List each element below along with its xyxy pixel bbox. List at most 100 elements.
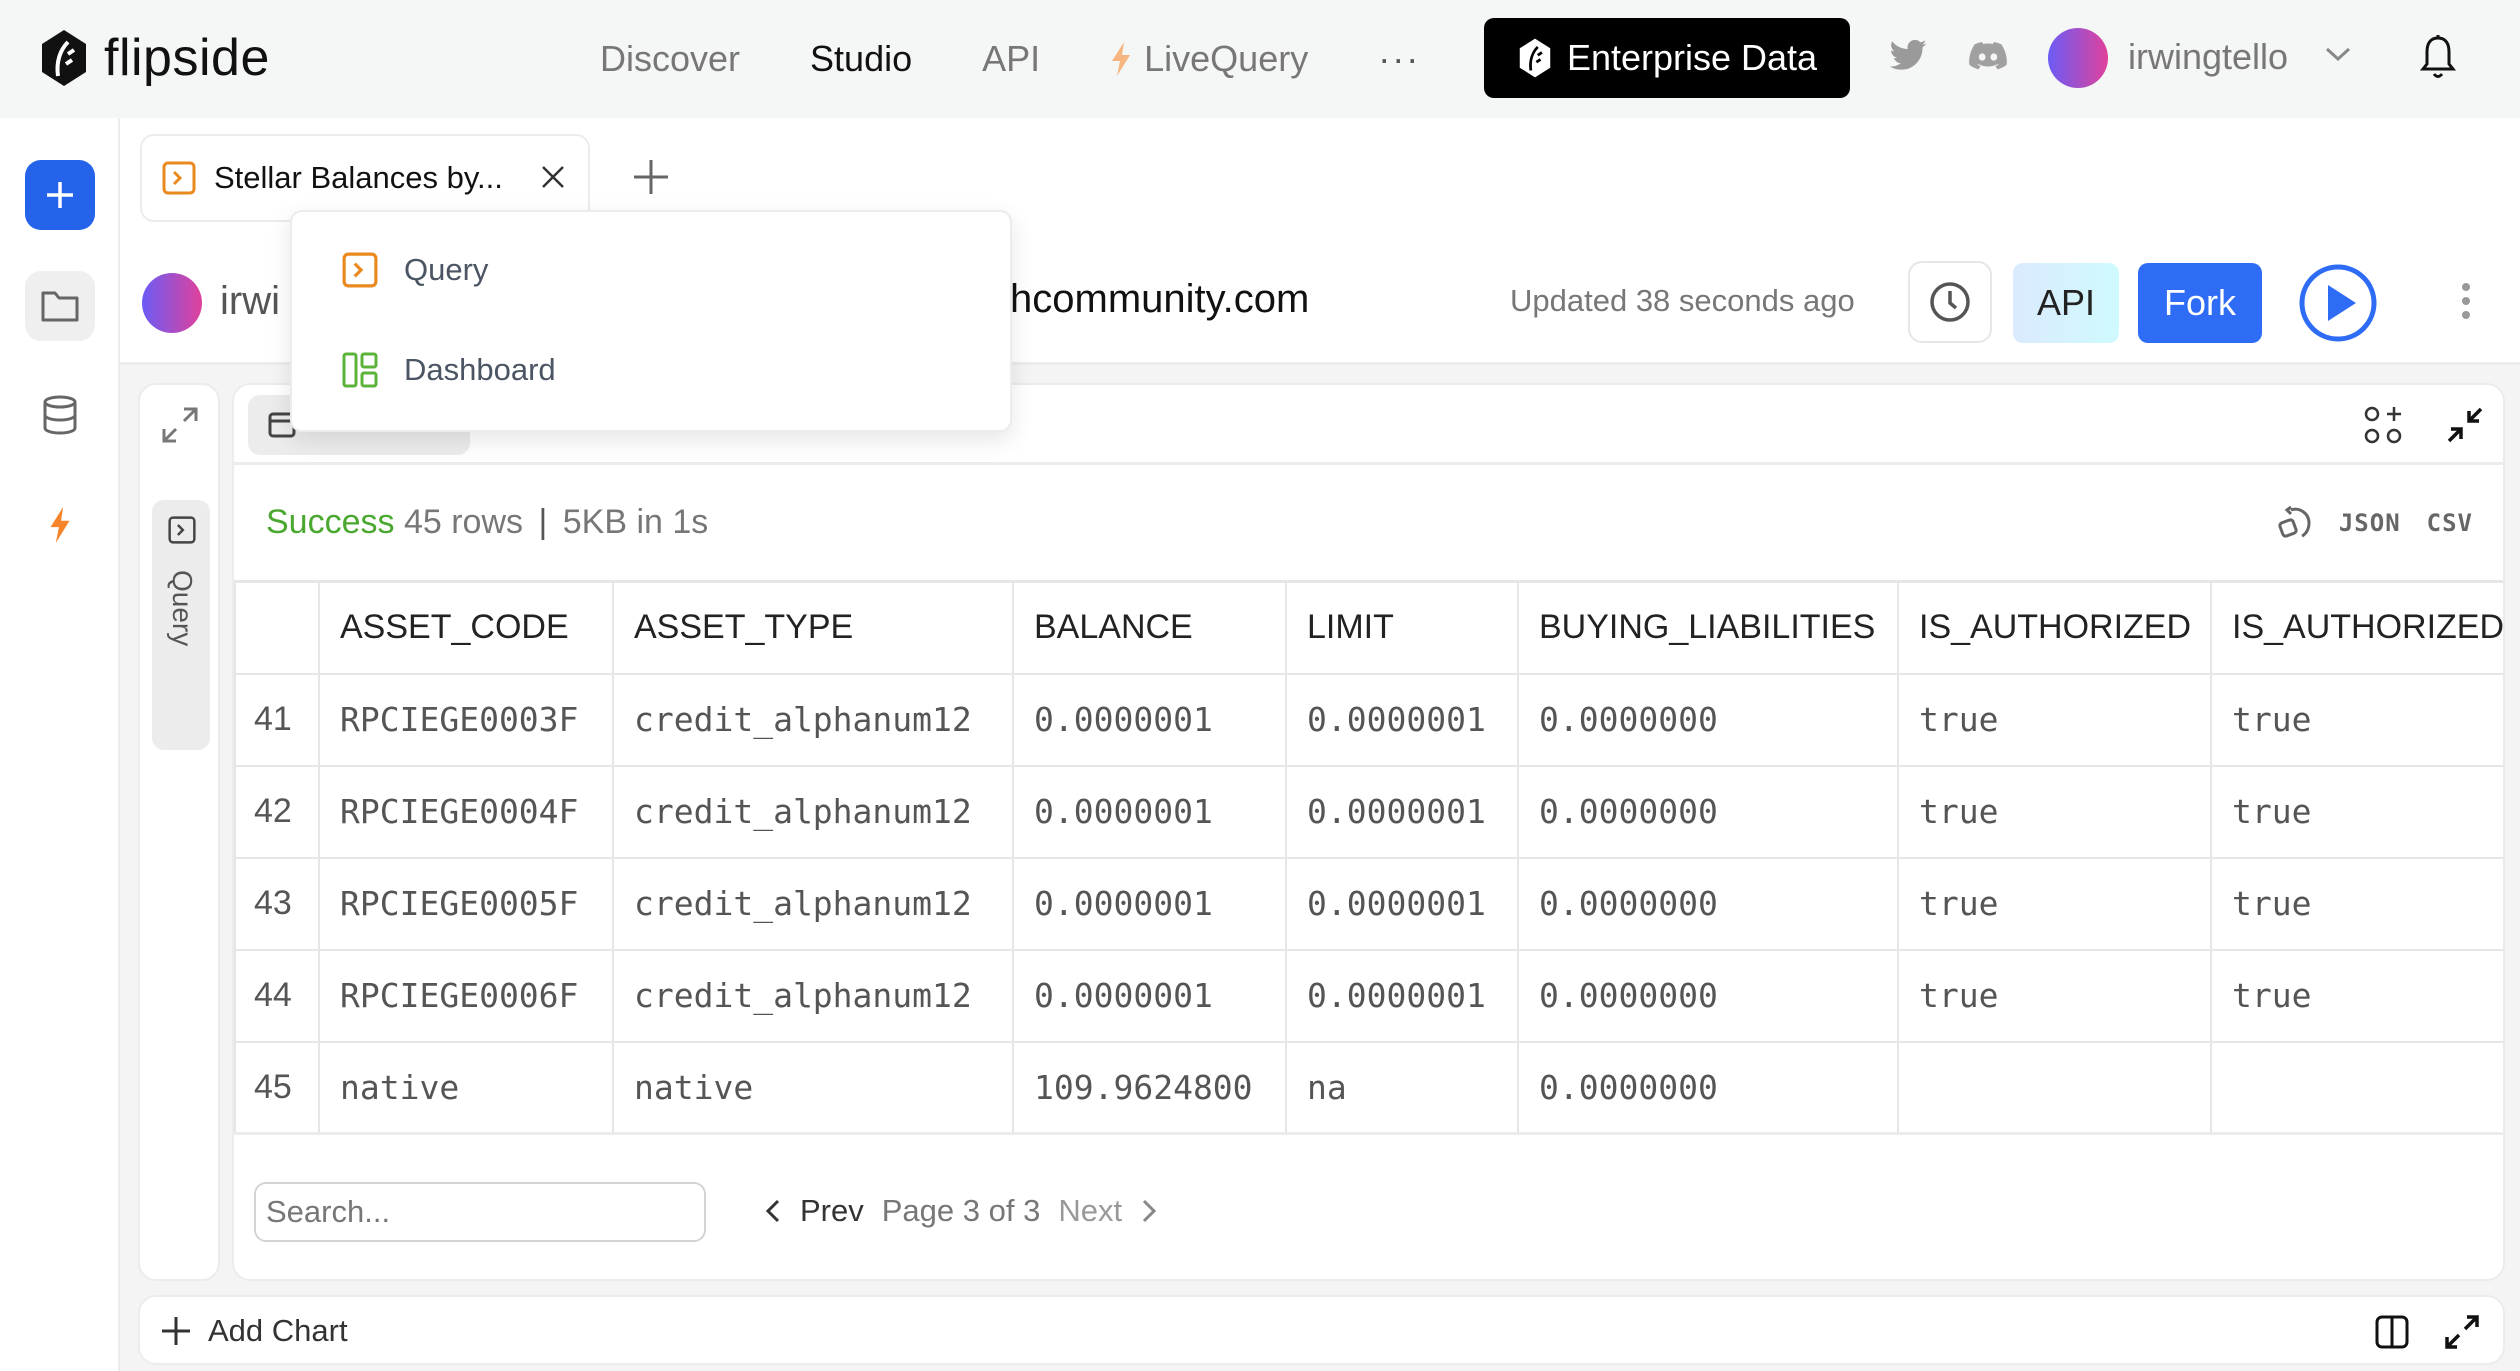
table-cell: RPCIEGE0004F [318, 764, 614, 859]
next-page-button[interactable]: Next [1058, 1193, 1122, 1229]
username[interactable]: irwingtello [2128, 36, 2288, 78]
enterprise-data-label: Enterprise Data [1566, 37, 1818, 78]
twitter-icon[interactable] [1886, 36, 1930, 76]
download-csv-button[interactable]: CSV [2427, 509, 2473, 537]
table-cell: credit_alphanum12 [612, 948, 1014, 1043]
results-status-row: Success 45 rows | 5KB in 1s JSON CSV [234, 465, 2503, 580]
tab-title: Stellar Balances by... [214, 160, 503, 195]
results-search-input[interactable] [254, 1182, 706, 1242]
enterprise-data-button[interactable]: Enterprise Data [1484, 18, 1850, 98]
dropdown-item-dashboard[interactable]: Dashboard [342, 352, 556, 388]
table-cell: true [2210, 856, 2503, 951]
history-button[interactable] [1908, 261, 1992, 343]
more-options-icon[interactable] [2460, 281, 2472, 321]
column-header[interactable]: BALANCE [1012, 580, 1287, 675]
nav-discover[interactable]: Discover [600, 38, 740, 80]
nav-studio[interactable]: Studio [810, 38, 912, 80]
owner-domain: hcommunity.com [1010, 277, 1310, 321]
plus-icon [47, 182, 73, 208]
table-cell: true [2210, 948, 2503, 1043]
dropdown-item-query[interactable]: Query [342, 252, 488, 288]
query-editor-collapsed-panel: Query [138, 383, 220, 1281]
table-cell: true [1897, 856, 2212, 951]
more-menu-button[interactable]: ··· [1378, 38, 1420, 80]
left-rail [0, 118, 120, 1371]
fork-button[interactable]: Fork [2138, 263, 2262, 343]
pagination: Prev Page 3 of 3 Next [764, 1193, 1158, 1229]
table-header-row: ASSET_CODE ASSET_TYPE BALANCE LIMIT BUYI… [234, 580, 2503, 675]
bolt-icon [50, 507, 70, 543]
add-panel-icon[interactable] [2363, 405, 2403, 445]
dropdown-item-label: Dashboard [404, 352, 556, 387]
refresh-rotate-icon[interactable] [2277, 505, 2313, 541]
side-query-tab[interactable]: Query [152, 500, 210, 750]
discord-icon[interactable] [1966, 36, 2010, 76]
table-cell: native [612, 1040, 1014, 1135]
tab-stellar-balances[interactable]: Stellar Balances by... [140, 134, 590, 222]
fullscreen-icon[interactable] [2443, 1313, 2481, 1351]
table-cell: 0.0000001 [1012, 948, 1287, 1043]
nav-api[interactable]: API [982, 38, 1040, 80]
table-cell: 0.0000000 [1517, 1040, 1899, 1135]
database-icon [43, 395, 77, 435]
rail-folder-button[interactable] [25, 271, 95, 341]
add-chart-button[interactable]: Add Chart [160, 1313, 348, 1349]
close-icon[interactable] [538, 162, 568, 192]
table-cell: true [2210, 672, 2503, 767]
status-success: Success [266, 503, 395, 541]
row-index: 45 [234, 1040, 320, 1135]
results-footer: Prev Page 3 of 3 Next [234, 1135, 2503, 1279]
folder-icon [41, 291, 79, 322]
download-actions: JSON CSV [2277, 505, 2473, 541]
owner-name[interactable]: irwi [220, 279, 280, 324]
column-header[interactable]: BUYING_LIABILITIES [1517, 580, 1899, 675]
table-cell: RPCIEGE0003F [318, 672, 614, 767]
chevron-right-icon[interactable] [1140, 1198, 1158, 1224]
new-item-button[interactable] [25, 160, 95, 230]
user-avatar[interactable] [2048, 28, 2108, 88]
brand-name: flipside [104, 29, 270, 87]
new-tab-plus-icon[interactable] [632, 158, 670, 196]
column-header[interactable]: IS_AUTHORIZED [1897, 580, 2212, 675]
chevron-left-icon[interactable] [764, 1198, 782, 1224]
row-index: 44 [234, 948, 320, 1043]
table-cell: 0.0000000 [1517, 948, 1899, 1043]
flipside-logo-icon [1519, 38, 1551, 78]
column-header[interactable]: LIMIT [1285, 580, 1519, 675]
dropdown-item-label: Query [404, 252, 489, 287]
column-header[interactable]: ASSET_CODE [318, 580, 614, 675]
table-cell: credit_alphanum12 [612, 672, 1014, 767]
query-icon [168, 516, 196, 544]
flipside-logo[interactable]: flipside [38, 28, 270, 88]
rail-livequery-button[interactable] [25, 490, 95, 560]
api-button[interactable]: API [2013, 263, 2119, 343]
row-index: 43 [234, 856, 320, 951]
query-icon [162, 161, 196, 195]
chevron-down-icon[interactable] [2324, 44, 2352, 64]
row-index: 42 [234, 764, 320, 859]
download-json-button[interactable]: JSON [2339, 509, 2401, 537]
table-cell: credit_alphanum12 [612, 856, 1014, 951]
dashboard-icon [342, 352, 378, 388]
column-header-index [234, 580, 320, 675]
updated-timestamp: Updated 38 seconds ago [1510, 283, 1855, 318]
nav-livequery[interactable]: LiveQuery [1110, 38, 1308, 80]
column-header[interactable]: ASSET_TYPE [612, 580, 1014, 675]
row-index: 41 [234, 672, 320, 767]
table-cell: 109.9624800 [1012, 1040, 1287, 1135]
table-cell: 0.0000000 [1517, 764, 1899, 859]
add-chart-label: Add Chart [208, 1313, 348, 1348]
collapse-icon[interactable] [2445, 405, 2485, 445]
rail-database-button[interactable] [25, 380, 95, 450]
owner-avatar[interactable] [142, 273, 202, 333]
expand-icon[interactable] [160, 405, 200, 445]
table-cell: true [1897, 948, 2212, 1043]
column-header[interactable]: IS_AUTHORIZED_ [2210, 580, 2503, 675]
table-cell: 0.0000001 [1012, 672, 1287, 767]
bell-icon[interactable] [2420, 34, 2456, 80]
split-view-icon[interactable] [2375, 1315, 2409, 1349]
run-query-button[interactable] [2298, 263, 2378, 343]
table-cell: 0.0000000 [1517, 856, 1899, 951]
prev-page-button[interactable]: Prev [800, 1193, 864, 1229]
table-cell: 0.0000001 [1012, 764, 1287, 859]
